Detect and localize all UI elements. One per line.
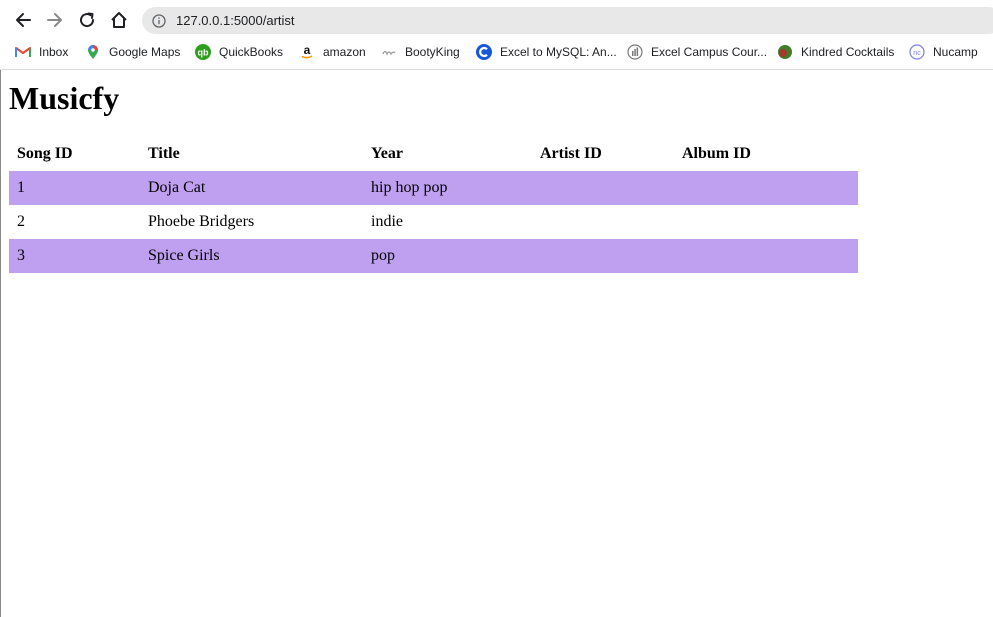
arrow-right-icon: [47, 13, 62, 27]
column-header-artist-id: Artist ID: [540, 145, 602, 162]
home-button[interactable]: [107, 8, 131, 32]
bookmark-amazon[interactable]: a amazon: [299, 40, 366, 64]
cell-album-id: [674, 205, 858, 239]
bookmark-label: Inbox: [39, 45, 69, 59]
svg-text:a: a: [304, 44, 311, 57]
cell-year: pop: [363, 239, 532, 273]
bootyking-icon: [381, 44, 397, 60]
excel-mysql-icon: [476, 44, 492, 60]
bookmark-inbox[interactable]: Inbox: [15, 40, 68, 64]
svg-text:nc: nc: [913, 50, 921, 57]
cell-title: Doja Cat: [140, 171, 363, 205]
column-header-album-id: Album ID: [682, 145, 751, 162]
bookmark-label: Google Maps: [109, 45, 181, 59]
info-icon[interactable]: [152, 13, 166, 28]
bookmark-label: amazon: [323, 45, 366, 59]
bookmark-label: Kindred Cocktails: [801, 45, 895, 59]
cell-artist-id: [532, 205, 674, 239]
bookmark-label: Nucamp: [933, 45, 978, 59]
column-header-year: Year: [371, 145, 403, 162]
cell-year: hip hop pop: [363, 171, 532, 205]
cell-album-id: [674, 239, 858, 273]
browser-toolbar: Inbox Google Maps qb QuickBooks: [0, 0, 993, 70]
songs-table: Song ID Title Year Artist ID Album ID 1 …: [9, 137, 858, 273]
svg-text:qb: qb: [198, 48, 209, 58]
page-title: Musicfy: [9, 80, 120, 116]
amazon-icon: a: [299, 44, 315, 60]
cell-song-id: 3: [9, 239, 140, 273]
bookmark-quickbooks[interactable]: qb QuickBooks: [195, 40, 283, 64]
bookmark-label: Excel Campus Cour...: [651, 45, 768, 59]
bookmark-label: QuickBooks: [219, 45, 284, 59]
table-row: 2 Phoebe Bridgers indie: [9, 205, 858, 239]
quickbooks-icon: qb: [195, 44, 211, 60]
cell-artist-id: [532, 171, 674, 205]
bookmark-nucamp[interactable]: nc Nucamp: [909, 40, 978, 64]
column-header-song-id: Song ID: [17, 145, 73, 162]
bookmark-bootyking[interactable]: BootyKing: [381, 40, 460, 64]
arrow-left-icon: [16, 13, 31, 27]
bookmark-excel-campus[interactable]: Excel Campus Cour...: [627, 40, 767, 64]
cell-title: Phoebe Bridgers: [148, 213, 255, 230]
bookmark-excel-to-mysql[interactable]: Excel to MySQL: An...: [476, 40, 617, 64]
window-left-border: [0, 70, 1, 617]
home-icon: [111, 12, 127, 28]
address-bar[interactable]: [142, 7, 993, 34]
bookmark-label: Excel to MySQL: An...: [500, 45, 617, 59]
column-header-title: Title: [148, 145, 180, 162]
table-header-row: Song ID Title Year Artist ID Album ID: [9, 137, 858, 171]
table-row: 1 Doja Cat hip hop pop: [9, 171, 858, 205]
cell-artist-id: [532, 239, 674, 273]
back-button[interactable]: [11, 8, 35, 32]
cell-album-id: [674, 171, 858, 205]
bookmark-google-maps[interactable]: Google Maps: [85, 40, 180, 64]
gmail-icon: [15, 44, 31, 60]
forward-button[interactable]: [43, 8, 67, 32]
reload-icon: [80, 12, 95, 28]
reload-button[interactable]: [75, 8, 99, 32]
cell-song-id: 2: [17, 213, 25, 230]
cell-song-id: 1: [9, 171, 140, 205]
bookmarks-bar: Inbox Google Maps qb QuickBooks a amazon…: [0, 40, 993, 64]
cell-title: Spice Girls: [140, 239, 363, 273]
url-input[interactable]: [176, 13, 876, 28]
excel-campus-icon: [627, 44, 643, 60]
bookmark-label: BootyKing: [405, 45, 460, 59]
google-maps-icon: [85, 44, 101, 60]
bookmark-kindred-cocktails[interactable]: Kindred Cocktails: [777, 40, 894, 64]
nucamp-icon: nc: [909, 44, 925, 60]
cell-year: indie: [371, 213, 403, 230]
table-row: 3 Spice Girls pop: [9, 239, 858, 273]
kindred-cocktails-icon: [777, 44, 793, 60]
